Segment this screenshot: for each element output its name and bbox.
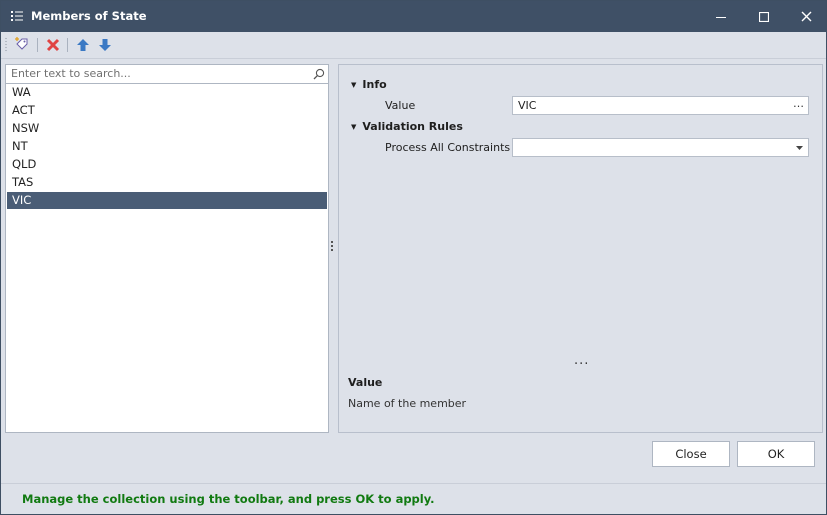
list-icon [11, 11, 23, 21]
chevron-down-icon[interactable] [796, 146, 803, 150]
search-box[interactable]: Enter text to search... [6, 65, 328, 84]
list-item[interactable]: ACT [7, 102, 327, 119]
property-grid: ▼ Info Value VIC … ▼ Validation Rules Proc… [338, 64, 823, 433]
category-label: Info [362, 78, 387, 91]
maximize-button[interactable] [744, 1, 784, 32]
ok-button[interactable]: OK [737, 441, 815, 467]
value-text[interactable]: VIC [518, 99, 536, 112]
close-icon [801, 11, 811, 22]
dialog-window: Members of State Enter text to search...… [0, 0, 827, 515]
category-label: Validation Rules [362, 120, 463, 133]
category-info[interactable]: ▼ Info [351, 78, 387, 91]
status-footer: Manage the collection using the toolbar,… [1, 483, 826, 514]
list-item[interactable]: NSW [7, 120, 327, 137]
list-item-selected[interactable]: VIC [7, 192, 327, 209]
description-text: Name of the member [348, 397, 467, 410]
list-item[interactable]: TAS [7, 174, 327, 191]
value-field[interactable]: VIC … [512, 96, 809, 115]
toolbar-separator [67, 38, 68, 52]
property-label-value: Value [385, 99, 416, 112]
search-input[interactable]: Enter text to search... [11, 67, 131, 80]
toolbar [1, 32, 826, 59]
toolbar-grip[interactable] [5, 37, 7, 53]
panel-splitter[interactable] [330, 240, 334, 254]
description-title: Value [348, 376, 383, 389]
move-up-button[interactable] [74, 36, 92, 54]
move-down-button[interactable] [96, 36, 114, 54]
ellipsis-button[interactable]: … [793, 97, 804, 110]
arrow-up-icon [77, 39, 89, 51]
collapse-triangle-icon[interactable]: ▼ [351, 123, 356, 131]
status-message: Manage the collection using the toolbar,… [22, 492, 435, 506]
window-title: Members of State [31, 9, 147, 23]
minimize-button[interactable] [701, 1, 741, 32]
category-validation-rules[interactable]: ▼ Validation Rules [351, 120, 463, 133]
close-button[interactable]: Close [652, 441, 730, 467]
members-list-panel: Enter text to search... WA ACT NSW NT QL… [5, 64, 329, 433]
list-item[interactable]: QLD [7, 156, 327, 173]
property-label-process-all-constraints: Process All Constraints [385, 141, 511, 154]
delete-icon [46, 38, 60, 52]
delete-member-button[interactable] [44, 36, 62, 54]
collapse-triangle-icon[interactable]: ▼ [351, 81, 356, 89]
search-icon[interactable] [313, 68, 325, 80]
add-tag-icon [15, 37, 28, 50]
minimize-icon [716, 16, 726, 18]
list-item[interactable]: NT [7, 138, 327, 155]
title-bar[interactable]: Members of State [1, 1, 826, 32]
description-splitter[interactable]: ... [574, 353, 589, 368]
add-member-button[interactable] [13, 36, 31, 54]
process-all-constraints-dropdown[interactable] [512, 138, 809, 157]
arrow-down-icon [99, 39, 111, 51]
list-item[interactable]: WA [7, 84, 327, 101]
maximize-icon [759, 11, 769, 22]
close-window-button[interactable] [786, 1, 826, 32]
toolbar-separator [37, 38, 38, 52]
